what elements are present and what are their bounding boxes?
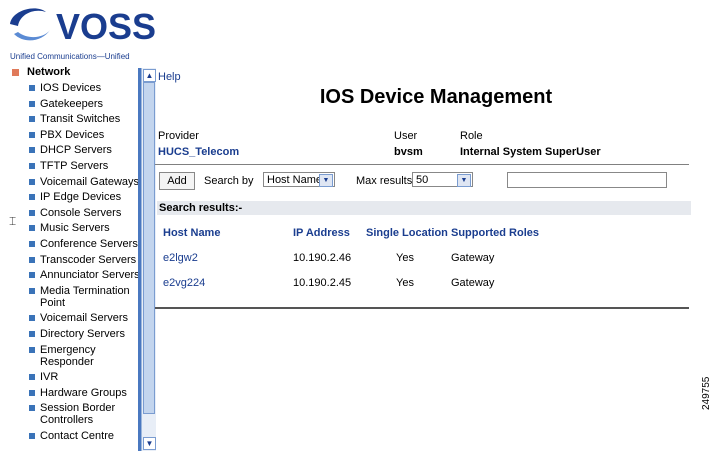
sidebar-item-voicemail-gateways[interactable]: Voicemail Gateways (29, 176, 141, 188)
sidebar-item-music-servers[interactable]: Music Servers (29, 222, 141, 234)
sidebar-item-ip-edge-devices[interactable]: IP Edge Devices (29, 191, 141, 203)
row-roles: Gateway (451, 252, 495, 264)
column-supported-roles[interactable]: Supported Roles (451, 227, 539, 239)
text-cursor-icon: ⌶ (9, 214, 17, 228)
row-single-location: Yes (396, 252, 414, 264)
square-bullet-icon (29, 405, 35, 412)
row-roles: Gateway (451, 277, 495, 289)
sidebar: Network IOS Devices Gatekeepers Transit … (0, 64, 141, 451)
square-bullet-icon (29, 287, 35, 294)
search-results-label: Search results:- (157, 201, 691, 215)
sidebar-item-voicemail-servers[interactable]: Voicemail Servers (29, 312, 141, 324)
search-by-select[interactable]: Host Name ▼ (263, 172, 335, 187)
square-bullet-icon (29, 162, 35, 169)
square-bullet-icon (29, 194, 35, 201)
square-bullet-icon (29, 225, 35, 232)
square-bullet-icon (29, 116, 35, 123)
square-bullet-icon (29, 131, 35, 138)
sidebar-item-hardware-groups[interactable]: Hardware Groups (29, 387, 141, 399)
swoosh-icon (10, 8, 50, 41)
sidebar-item-annunciator-servers[interactable]: Annunciator Servers (29, 269, 141, 281)
max-results-label: Max results (356, 175, 413, 187)
provider-label: Provider (158, 130, 199, 142)
sidebar-item-ivr[interactable]: IVR (29, 371, 141, 383)
sidebar-item-gatekeepers[interactable]: Gatekeepers (29, 98, 141, 110)
row-ip: 10.190.2.46 (293, 252, 352, 264)
square-bullet-icon (29, 178, 35, 185)
page-title: IOS Device Management (319, 86, 553, 108)
sidebar-item-transit-switches[interactable]: Transit Switches (29, 113, 141, 125)
header-divider (155, 164, 689, 165)
sidebar-item-directory-servers[interactable]: Directory Servers (29, 328, 141, 340)
role-label: Role (460, 130, 483, 142)
column-host-name[interactable]: Host Name (163, 227, 220, 239)
search-by-label: Search by (204, 175, 254, 187)
row-host-link[interactable]: e2vg224 (163, 277, 205, 289)
results-divider (155, 307, 689, 309)
figure-number: 249755 (701, 376, 712, 410)
column-single-location[interactable]: Single Location (366, 227, 448, 239)
logo-tagline: Unified Communications—Unified (10, 52, 130, 61)
scroll-down-icon[interactable]: ▼ (143, 437, 156, 450)
square-bullet-icon (29, 315, 35, 322)
square-bullet-icon (29, 240, 35, 247)
sidebar-item-console-servers[interactable]: Console Servers (29, 207, 141, 219)
row-single-location: Yes (396, 277, 414, 289)
square-bullet-icon (29, 147, 35, 154)
nav-section-network[interactable]: Network (12, 66, 70, 78)
row-host-link[interactable]: e2lgw2 (163, 252, 198, 264)
square-bullet-icon (29, 346, 35, 353)
square-bullet-icon (29, 389, 35, 396)
sidebar-item-ios-devices[interactable]: IOS Devices (29, 82, 141, 94)
voss-logo: VOSS Unified Communications—Unified (6, 4, 156, 64)
square-bullet-icon (29, 85, 35, 91)
help-link[interactable]: Help (158, 71, 181, 83)
sidebar-scrollbar[interactable]: ▲ ▼ (141, 68, 156, 451)
max-results-select[interactable]: 50 ▼ (412, 172, 473, 187)
logo-brand: VOSS (56, 6, 157, 47)
scroll-thumb[interactable] (143, 82, 155, 414)
chevron-down-icon: ▼ (457, 174, 471, 187)
square-bullet-icon (29, 209, 35, 216)
sidebar-item-conference-servers[interactable]: Conference Servers (29, 238, 141, 250)
square-bullet-icon (29, 374, 35, 381)
user-value: bvsm (394, 146, 423, 158)
user-label: User (394, 130, 418, 142)
scroll-up-icon[interactable]: ▲ (143, 69, 156, 82)
search-input[interactable] (507, 172, 667, 188)
sidebar-item-session-border-controllers[interactable]: Session Border Controllers (29, 402, 141, 426)
row-ip: 10.190.2.45 (293, 277, 352, 289)
provider-value[interactable]: HUCS_Telecom (158, 146, 239, 158)
square-bullet-icon (29, 256, 35, 263)
nav-list: IOS Devices Gatekeepers Transit Switches… (29, 82, 141, 445)
sidebar-item-pbx-devices[interactable]: PBX Devices (29, 129, 141, 141)
square-bullet-icon (29, 272, 35, 279)
sidebar-item-dhcp-servers[interactable]: DHCP Servers (29, 144, 141, 156)
sidebar-item-emergency-responder[interactable]: Emergency Responder (29, 344, 141, 368)
chevron-down-icon: ▼ (319, 174, 333, 187)
square-bullet-icon (29, 432, 35, 439)
role-value: Internal System SuperUser (460, 146, 601, 158)
sidebar-item-tftp-servers[interactable]: TFTP Servers (29, 160, 141, 172)
add-button[interactable]: Add (159, 172, 195, 190)
sidebar-item-contact-centre[interactable]: Contact Centre (29, 430, 141, 442)
sidebar-item-media-termination-point[interactable]: Media Termination Point (29, 285, 141, 309)
square-bullet-icon (29, 100, 35, 107)
column-ip-address[interactable]: IP Address (293, 227, 350, 239)
square-bullet-icon (29, 330, 35, 337)
sidebar-item-transcoder-servers[interactable]: Transcoder Servers (29, 254, 141, 266)
bullet-icon (12, 68, 19, 76)
